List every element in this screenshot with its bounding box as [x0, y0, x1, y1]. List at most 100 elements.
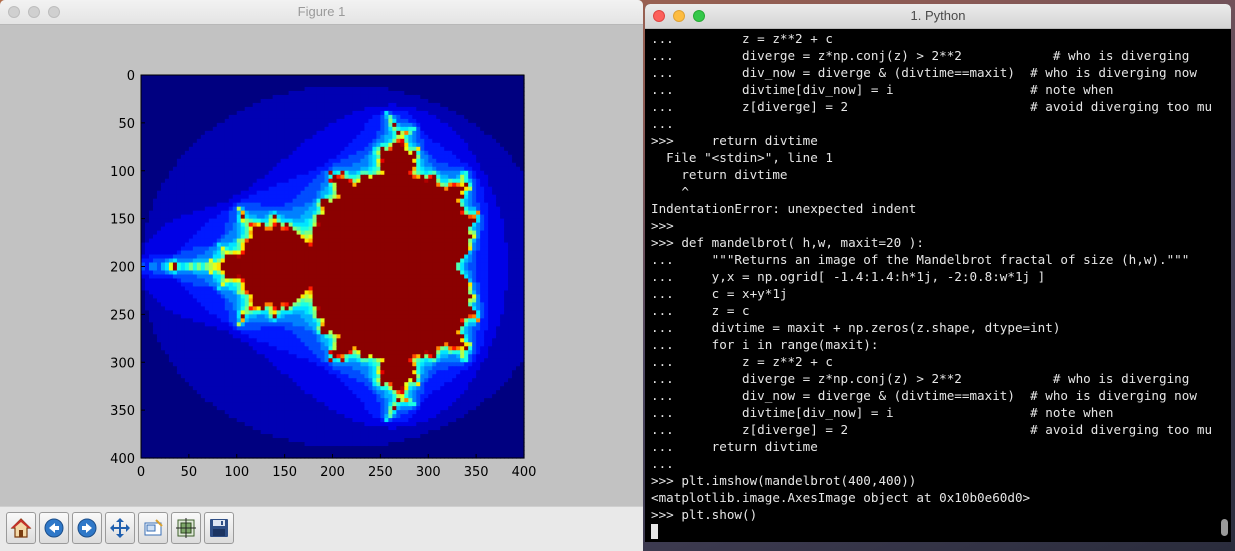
- heatmap-cell: [336, 114, 342, 120]
- heatmap-cell: [248, 170, 254, 176]
- heatmap-cell: [180, 250, 186, 256]
- close-button[interactable]: [8, 6, 20, 18]
- heatmap-cell: [468, 246, 473, 252]
- heatmap-cell: [460, 166, 465, 172]
- mandelbrot-plot[interactable]: 0 50 100 150 200 250 300 350 400 050100150200250…: [0, 25, 643, 505]
- heatmap-cell: [508, 78, 513, 84]
- heatmap-cell: [180, 206, 186, 212]
- heatmap-cell: [156, 170, 162, 176]
- heatmap-cell: [360, 114, 366, 120]
- heatmap-cell: [160, 150, 166, 156]
- heatmap-cell: [160, 190, 166, 196]
- heatmap-cell: [240, 174, 246, 180]
- heatmap-cell: [232, 194, 238, 200]
- heatmap-cell: [276, 198, 282, 204]
- heatmap-cell: [340, 210, 346, 216]
- heatmap-cell: [224, 94, 230, 100]
- heatmap-cell: [148, 146, 154, 152]
- heatmap-cell: [360, 166, 366, 172]
- heatmap-cell: [292, 202, 298, 208]
- heatmap-cell: [232, 214, 238, 220]
- heatmap-cell: [472, 78, 477, 84]
- heatmap-cell: [364, 266, 370, 272]
- heatmap-cell: [340, 214, 346, 220]
- heatmap-cell: [504, 98, 509, 104]
- heatmap-cell: [280, 226, 286, 232]
- heatmap-cell: [280, 102, 286, 108]
- heatmap-cell: [396, 94, 401, 100]
- heatmap-cell: [152, 134, 158, 140]
- heatmap-cell: [244, 118, 250, 124]
- heatmap-cell: [252, 206, 258, 212]
- heatmap-cell: [440, 258, 445, 264]
- heatmap-cell: [232, 238, 238, 244]
- heatmap-cell: [220, 94, 226, 100]
- heatmap-cell: [196, 114, 202, 120]
- heatmap-cell: [448, 166, 453, 172]
- heatmap-cell: [276, 75, 282, 80]
- heatmap-cell: [364, 246, 370, 252]
- heatmap-cell: [464, 82, 469, 88]
- heatmap-cell: [292, 75, 298, 80]
- heatmap-cell: [372, 102, 377, 108]
- heatmap-cell: [228, 242, 234, 248]
- heatmap-cell: [172, 222, 178, 228]
- heatmap-cell: [380, 114, 385, 120]
- heatmap-cell: [144, 134, 150, 140]
- heatmap-cell: [144, 110, 150, 116]
- heatmap-cell: [228, 166, 234, 172]
- heatmap-cell: [288, 78, 294, 84]
- heatmap-cell: [168, 170, 174, 176]
- heatmap-cell: [452, 118, 457, 124]
- heatmap-cell: [164, 98, 170, 104]
- heatmap-cell: [141, 126, 146, 132]
- heatmap-cell: [424, 150, 429, 156]
- heatmap-cell: [164, 150, 170, 156]
- heatmap-cell: [452, 75, 457, 80]
- heatmap-cell: [324, 178, 330, 184]
- heatmap-cell: [508, 210, 513, 216]
- heatmap-cell: [380, 198, 385, 204]
- heatmap-cell: [364, 130, 370, 136]
- heatmap-cell: [172, 194, 178, 200]
- heatmap-cell: [400, 258, 405, 264]
- heatmap-cell: [212, 150, 218, 156]
- heatmap-cell: [436, 246, 441, 252]
- heatmap-cell: [216, 106, 222, 112]
- heatmap-cell: [368, 182, 373, 188]
- heatmap-cell: [208, 75, 214, 80]
- heatmap-cell: [484, 122, 489, 128]
- heatmap-cell: [472, 110, 477, 116]
- heatmap-cell: [400, 150, 405, 156]
- zoom-button[interactable]: [48, 6, 60, 18]
- heatmap-cell: [376, 202, 381, 208]
- heatmap-cell: [172, 186, 178, 192]
- heatmap-cell: [340, 130, 346, 136]
- heatmap-cell: [400, 126, 405, 132]
- heatmap-cell: [204, 250, 210, 256]
- heatmap-cell: [276, 94, 282, 100]
- heatmap-cell: [204, 150, 210, 156]
- heatmap-cell: [160, 78, 166, 84]
- heatmap-cell: [516, 174, 521, 180]
- heatmap-cell: [412, 126, 417, 132]
- heatmap-cell: [424, 118, 429, 124]
- heatmap-cell: [164, 218, 170, 224]
- heatmap-cell: [156, 146, 162, 152]
- heatmap-cell: [256, 250, 262, 256]
- heatmap-cell: [252, 114, 258, 120]
- heatmap-cell: [172, 154, 178, 160]
- heatmap-cell: [448, 238, 453, 244]
- heatmap-cell: [328, 75, 334, 80]
- heatmap-cell: [220, 230, 226, 236]
- heatmap-cell: [488, 206, 493, 212]
- heatmap-cell: [228, 134, 234, 140]
- heatmap-cell: [320, 254, 326, 260]
- heatmap-cell: [160, 118, 166, 124]
- figure-titlebar[interactable]: Figure 1: [0, 0, 643, 25]
- heatmap-cell: [196, 78, 202, 84]
- heatmap-cell: [164, 94, 170, 100]
- heatmap-cell: [228, 234, 234, 240]
- heatmap-cell: [220, 258, 226, 264]
- minimize-button[interactable]: [28, 6, 40, 18]
